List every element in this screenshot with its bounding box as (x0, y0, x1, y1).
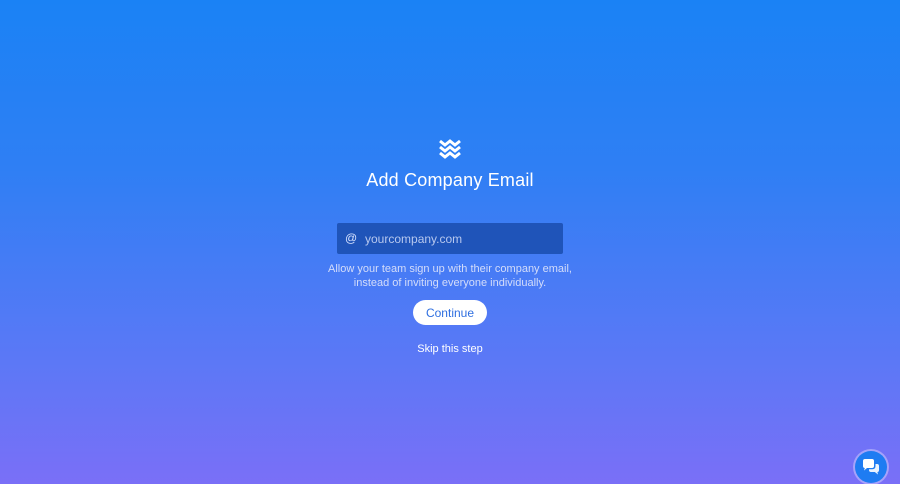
continue-button[interactable]: Continue (413, 300, 487, 325)
hint-line-1: Allow your team sign up with their compa… (328, 263, 572, 275)
company-domain-input[interactable] (365, 223, 555, 254)
company-email-field[interactable]: @ (337, 223, 563, 254)
page-title: Add Company Email (366, 170, 534, 190)
at-sign-icon: @ (345, 231, 358, 245)
wave-logo-icon (438, 137, 462, 159)
chat-bubbles-icon (863, 459, 879, 475)
skip-link-row: Skip this step (0, 343, 900, 355)
hint-line-2: instead of inviting everyone individuall… (353, 277, 547, 289)
chat-launcher-button[interactable] (855, 451, 887, 483)
skip-step-link[interactable]: Skip this step (417, 343, 482, 355)
hint-text: Allow your team sign up with their compa… (0, 262, 900, 290)
